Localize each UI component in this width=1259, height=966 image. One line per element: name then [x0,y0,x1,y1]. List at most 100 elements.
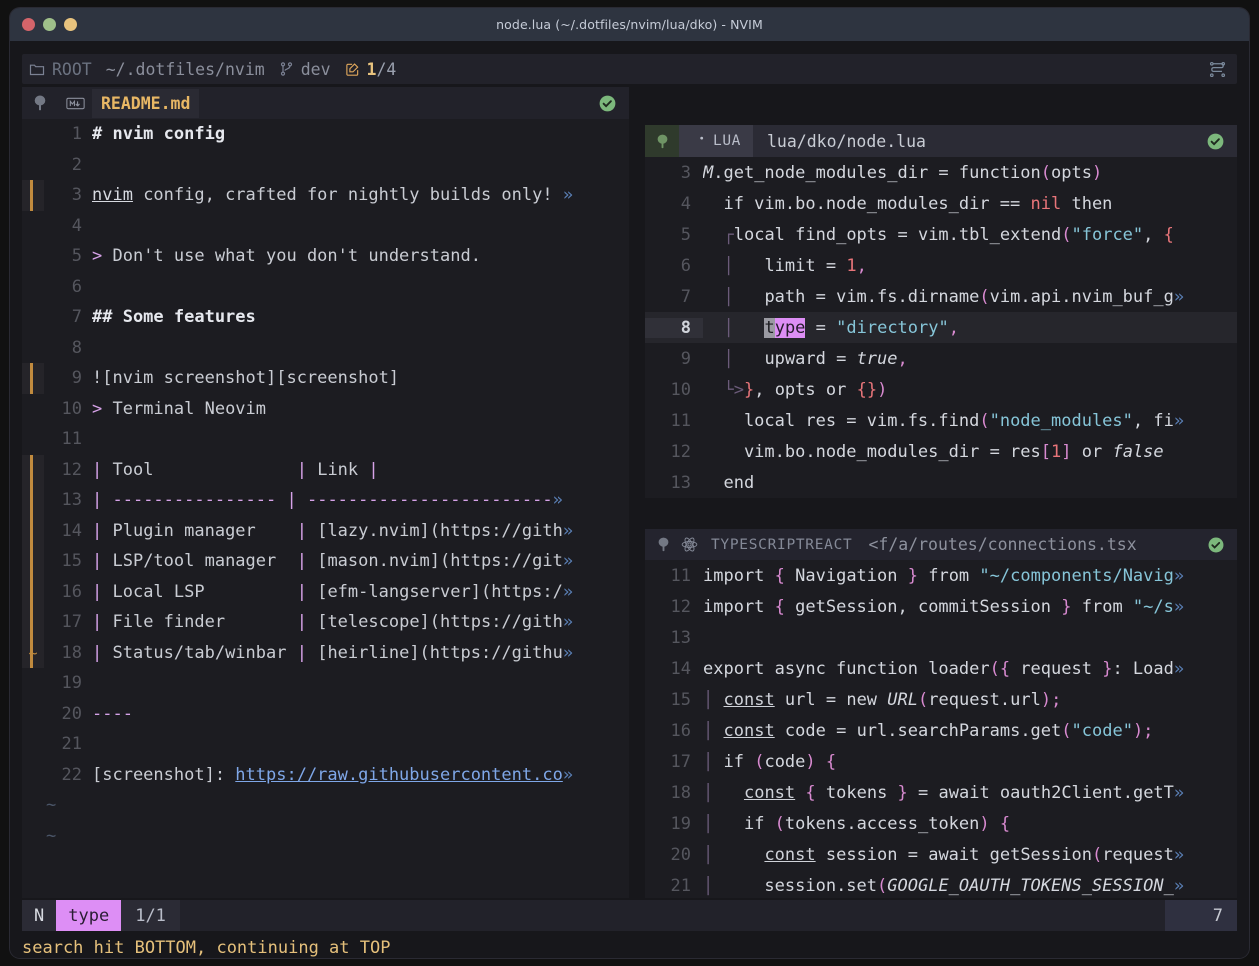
minimize-window-button[interactable] [43,18,56,31]
line-number: 20 [670,844,691,865]
editor-line[interactable]: 6 │ limit = 1, [645,250,1237,281]
editor-line[interactable]: 16 │ const code = url.searchParams.get("c… [645,715,1237,746]
editor-line[interactable]: 13 [645,622,1237,653]
editor-line[interactable]: 21 [22,729,629,760]
code-token: import [703,596,775,617]
winbar-left-filename[interactable]: README.md [92,88,200,118]
code-token: # nvim config [92,124,226,145]
line-number: 6 [71,276,82,297]
editor-line[interactable]: 8 [22,333,629,364]
code-token: { [805,782,816,803]
editor-line[interactable]: 21 │ session.set(GOOGLE_OAUTH_TOKENS_SESS… [645,870,1237,898]
editor-line[interactable]: 9 ![nvim screenshot][screenshot] [22,363,629,394]
winbar-tsx-filepath[interactable]: <f/a/routes/connections.tsx [852,535,1136,554]
code-token: if [713,813,775,834]
code-token: vim.bo.node_modules_dir = res [703,441,1041,462]
editor-line[interactable]: ~18 | Status/tab/winbar | [heirline](http… [22,637,629,668]
tree-icon [645,125,679,157]
sign-column [22,241,44,272]
tabline-path: ~/.dotfiles/nvim [105,59,265,79]
code-token: "node_modules" [989,410,1133,431]
code-token: const [743,782,796,803]
editor-line[interactable]: 20 ---- [22,699,629,730]
code-token: » [1173,286,1185,307]
editor-line[interactable]: 4 [22,211,629,242]
code-token: const [723,720,775,741]
editor-line[interactable]: 13 end [645,467,1237,498]
buffer-node-lua[interactable]: 3 M.get_node_modules_dir = function(opts)… [645,157,1237,498]
editor-line[interactable]: 9 │ upward = true, [645,343,1237,374]
editor-line[interactable]: 19 │ if (tokens.access_token) { [645,808,1237,839]
editor-line[interactable]: 18 │ const { tokens } = await oauth2Clien… [645,777,1237,808]
check-circle-icon [1207,536,1237,554]
editor-line[interactable]: 14 export async function loader({ request… [645,653,1237,684]
code-token: ( [979,286,990,307]
git-change-sign [22,363,44,394]
editor-line[interactable]: 14 | Plugin manager | [lazy.nvim](https:/… [22,515,629,546]
editor-line[interactable]: 7 ## Some features [22,302,629,333]
tilde-marker: ~ [46,825,57,846]
code-token: 1 [846,255,857,276]
code-token: URL [887,689,918,710]
editor-line[interactable]: 16 | Local LSP | [efm-langserver](https:/… [22,576,629,607]
editor-line[interactable]: 17 | File finder | [telescope](https://gi… [22,607,629,638]
editor-line[interactable]: 3 nvim config, crafted for nightly builds… [22,180,629,211]
buffer-connections-tsx[interactable]: 11 import { Navigation } from "~/componen… [645,560,1237,898]
line-text: | File finder | [telescope](https://gith… [92,612,629,632]
editor-line[interactable]: 22 [screenshot]: https://raw.githubuserco… [22,760,629,791]
sitemap-icon [1208,60,1227,79]
code-token: { [1163,224,1174,245]
tabline-branch[interactable]: dev [272,60,338,79]
code-token: » [562,581,574,602]
code-token: export async function loader [703,658,990,679]
editor-line[interactable]: 11 import { Navigation } from "~/componen… [645,560,1237,591]
code-token: [efm-langserver](https:/ [306,581,563,602]
editor-line[interactable]: 7 │ path = vim.fs.dirname(vim.api.nvim_b… [645,281,1237,312]
editor-line[interactable]: 17 │ if (code) { [645,746,1237,777]
code-token: » [562,764,574,785]
line-number: 11 [670,565,691,586]
line-number: 4 [71,215,82,236]
winbar-lua-filepath[interactable]: lua/dko/node.lua [753,132,926,151]
editor-line-current[interactable]: 8 │ type = "directory", [645,312,1237,343]
editor-line[interactable]: 2 [22,150,629,181]
editor-line[interactable]: 4 if vim.bo.node_modules_dir == nil then [645,188,1237,219]
editor-line[interactable]: 10 └>}, opts or {}) [645,374,1237,405]
editor-line[interactable]: 12 | Tool | Link | [22,454,629,485]
code-token: > [92,398,103,419]
maximize-window-button[interactable] [64,18,77,31]
editor-line[interactable]: 15 │ const url = new URL(request.url); [645,684,1237,715]
editor-line[interactable]: 11 local res = vim.fs.find("node_modules… [645,405,1237,436]
sign-column [22,333,44,364]
close-window-button[interactable] [22,18,35,31]
editor-line[interactable]: 19 [22,668,629,699]
editor-line[interactable]: 6 [22,272,629,303]
editor-line[interactable]: 13 | ---------------- | -----------------… [22,485,629,516]
buffer-readme[interactable]: 1 # nvim config 2 3 nvim config, crafted for… [22,119,629,898]
code-token: File finder [102,612,297,633]
tabline-sitemap-button[interactable] [1208,60,1237,79]
editor-line[interactable]: 1 # nvim config [22,119,629,150]
code-token: │ [703,720,714,741]
editor-line[interactable]: 12 vim.bo.node_modules_dir = res[1] or f… [645,436,1237,467]
editor-line[interactable]: 5 ┌local find_opts = vim.tbl_extend("for… [645,219,1237,250]
tabline-modified-count[interactable]: 1/4 [338,60,404,79]
editor-line[interactable]: 12 import { getSession, commitSession } f… [645,591,1237,622]
editor-line[interactable]: 20 │ const session = await getSession(req… [645,839,1237,870]
editor-line[interactable]: 15 | LSP/tool manager | [mason.nvim](http… [22,546,629,577]
editor-line[interactable]: 3 M.get_node_modules_dir = function(opts) [645,157,1237,188]
editor-line[interactable]: 10 > Terminal Neovim [22,394,629,425]
editor-line[interactable]: 11 [22,424,629,455]
code-token: ( [877,875,888,896]
code-token: │ [703,844,714,865]
code-token: | [92,459,103,480]
code-token: tokens [815,782,898,803]
code-token: ); [1040,689,1062,710]
code-token: ( [774,813,785,834]
tabline-root[interactable]: ROOT [22,60,99,79]
code-token: » [1173,782,1185,803]
line-text: | Tool | Link | [92,460,629,480]
editor-line[interactable]: 5 > Don't use what you don't understand. [22,241,629,272]
code-token: nil [1030,193,1062,214]
